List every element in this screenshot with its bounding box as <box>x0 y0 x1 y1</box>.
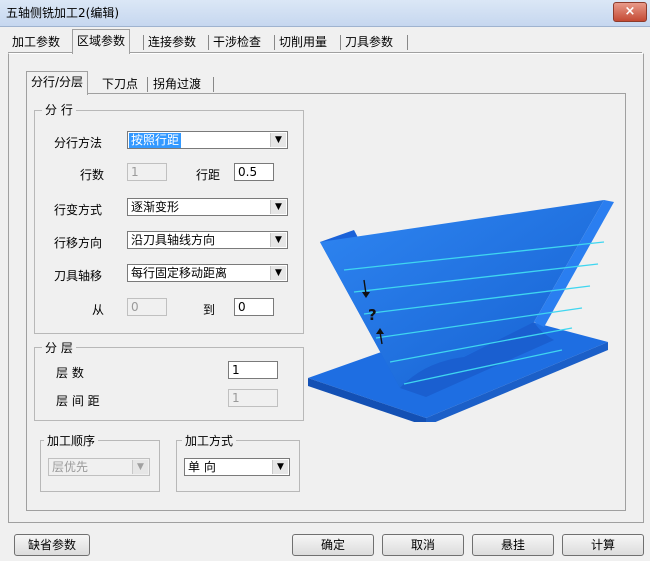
layer-group-legend: 分 层 <box>42 339 76 356</box>
row-spacing-field[interactable]: 0.5 <box>234 163 274 181</box>
order-group-legend: 加工顺序 <box>44 432 99 449</box>
row-transform-value: 逐渐变形 <box>131 200 180 214</box>
order-value: 层优先 <box>52 460 89 474</box>
order-select[interactable]: 层优先 ▼ <box>48 458 150 476</box>
chevron-down-icon: ▼ <box>270 133 286 147</box>
rows-label: 行数 <box>80 168 105 182</box>
tab-cutting-params[interactable]: 切削用量 <box>275 32 331 52</box>
spacing-question-mark: ? <box>368 306 377 324</box>
part-illustration: ? <box>308 200 614 422</box>
layer-group <box>34 347 304 421</box>
row-direction-select[interactable]: 沿刀具轴线方向 ▼ <box>127 231 288 249</box>
ok-button[interactable]: 确定 <box>292 534 374 556</box>
chevron-down-icon: ▼ <box>270 266 286 280</box>
row-direction-value: 沿刀具轴线方向 <box>131 233 216 247</box>
to-field[interactable]: 0 <box>234 298 274 316</box>
row-group-legend: 分 行 <box>42 101 76 118</box>
tab-tool-params[interactable]: 刀具参数 <box>341 32 397 52</box>
tab-separator <box>147 77 148 92</box>
row-method-value: 按照行距 <box>129 133 182 148</box>
tab-connection-params[interactable]: 连接参数 <box>144 32 200 52</box>
row-method-label: 分行方法 <box>54 136 103 150</box>
layer-spacing-field[interactable]: 1 <box>228 389 278 407</box>
chevron-down-icon: ▼ <box>272 460 288 474</box>
mode-select[interactable]: 单 向 ▼ <box>184 458 290 476</box>
to-label: 到 <box>203 303 216 317</box>
subtab-row-layer[interactable]: 分行/分层 <box>26 71 89 95</box>
axis-shift-select[interactable]: 每行固定移动距离 ▼ <box>127 264 288 282</box>
close-icon[interactable]: × <box>613 2 647 22</box>
from-field[interactable]: 0 <box>127 298 167 316</box>
from-label: 从 <box>92 303 105 317</box>
title-bar: 五轴侧铣加工2(编辑) × <box>0 0 650 27</box>
tab-separator <box>213 77 214 92</box>
suspend-button[interactable]: 悬挂 <box>472 534 554 556</box>
row-spacing-label: 行距 <box>196 168 221 182</box>
chevron-down-icon: ▼ <box>270 233 286 247</box>
tab-separator <box>407 35 408 50</box>
cancel-button[interactable]: 取消 <box>382 534 464 556</box>
chevron-down-icon: ▼ <box>132 460 148 474</box>
mode-group-legend: 加工方式 <box>182 432 237 449</box>
rows-field[interactable]: 1 <box>127 163 167 181</box>
row-method-select[interactable]: 按照行距 ▼ <box>127 131 288 149</box>
chevron-down-icon: ▼ <box>270 200 286 214</box>
row-transform-label: 行变方式 <box>54 203 103 217</box>
defaults-button[interactable]: 缺省参数 <box>14 534 90 556</box>
axis-shift-label: 刀具轴移 <box>54 269 103 283</box>
tab-machining-params[interactable]: 加工参数 <box>8 32 64 52</box>
tab-interference-check[interactable]: 干涉检查 <box>209 32 265 52</box>
tab-region-params[interactable]: 区域参数 <box>72 29 131 54</box>
mode-value: 单 向 <box>188 460 216 474</box>
layer-count-field[interactable]: 1 <box>228 361 278 379</box>
layer-count-label: 层 数 <box>56 366 84 380</box>
axis-shift-value: 每行固定移动距离 <box>131 266 228 280</box>
compute-button[interactable]: 计算 <box>562 534 644 556</box>
row-direction-label: 行移方向 <box>54 236 103 250</box>
subtab-entry-point[interactable]: 下刀点 <box>98 74 142 94</box>
window-title: 五轴侧铣加工2(编辑) <box>6 6 119 20</box>
subtab-corner-transition[interactable]: 拐角过渡 <box>149 74 205 94</box>
row-transform-select[interactable]: 逐渐变形 ▼ <box>127 198 288 216</box>
layer-spacing-label: 层 间 距 <box>56 394 100 408</box>
